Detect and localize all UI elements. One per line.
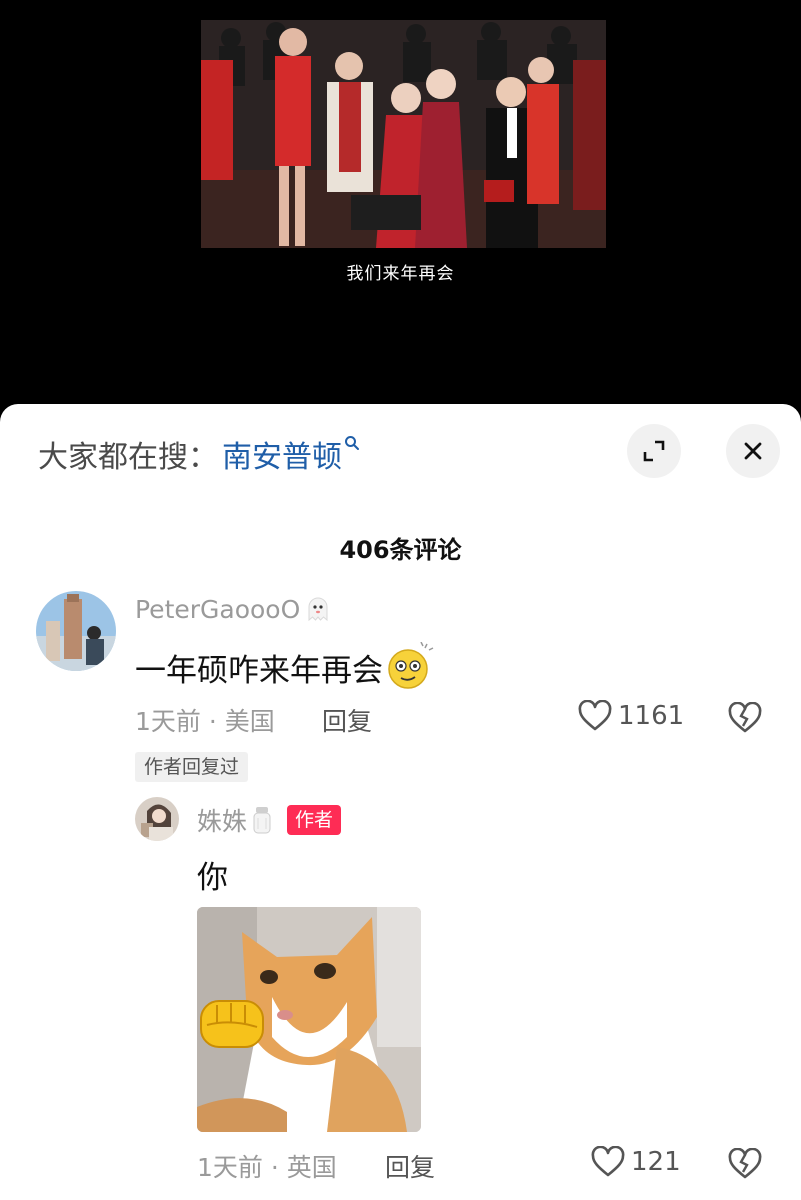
ghost-emoji-icon — [308, 597, 328, 622]
video-still-image — [201, 20, 606, 248]
comment-text: 一年硕咋来年再会 — [135, 652, 383, 689]
comment-dislike-button[interactable] — [727, 701, 763, 738]
search-suggestion-prefix: 大家都在搜： — [38, 440, 218, 475]
reply-like-button[interactable]: 121 — [591, 1146, 681, 1178]
salt-shaker-emoji-icon — [253, 807, 271, 834]
cat-fist-sticker-image[interactable] — [197, 907, 421, 1132]
author-badge: 作者 — [287, 805, 342, 835]
comment-sheet: 大家都在搜： 南安普顿 406条评论 PeterGaoooO 一年硕咋来年再会 … — [0, 404, 801, 1200]
search-icon[interactable] — [344, 432, 360, 456]
broken-heart-icon — [728, 701, 762, 733]
comment-like-button[interactable]: 1161 — [578, 700, 684, 732]
reply-reply-button[interactable]: 回复 — [385, 1148, 435, 1184]
video-player[interactable]: 我们来年再会 — [0, 0, 801, 420]
search-suggestion[interactable]: 大家都在搜： 南安普顿 — [38, 432, 360, 476]
reply-dislike-button[interactable] — [727, 1147, 763, 1184]
reply-username[interactable]: 姝姝 作者 — [197, 802, 342, 838]
close-icon — [744, 442, 762, 460]
reply-time-location: 1天前 · 英国 — [197, 1153, 337, 1182]
expand-icon — [643, 440, 665, 462]
reply-avatar[interactable] — [135, 797, 179, 841]
expand-button[interactable] — [627, 424, 681, 478]
reply-text: 你 — [197, 860, 228, 896]
search-suggestion-term[interactable]: 南安普顿 — [222, 432, 342, 476]
comment-username[interactable]: PeterGaoooO — [135, 594, 333, 624]
heart-icon — [591, 1146, 625, 1177]
reply-like-count: 121 — [631, 1147, 681, 1177]
reply-username-text[interactable]: 姝姝 — [197, 802, 247, 838]
comment-body: 一年硕咋来年再会 — [135, 642, 435, 692]
close-button[interactable] — [726, 424, 780, 478]
video-subtitle: 我们来年再会 — [346, 264, 455, 284]
dizzy-face-emoji-icon — [388, 642, 434, 689]
avatar[interactable] — [36, 591, 116, 671]
comment-like-count: 1161 — [618, 701, 685, 731]
comment-reply-button[interactable]: 回复 — [322, 702, 372, 738]
video-frame[interactable] — [201, 20, 606, 248]
author-replied-tag: 作者回复过 — [135, 752, 249, 782]
comment-username-text[interactable]: PeterGaoooO — [135, 595, 300, 624]
comment-time-location: 1天前 · 美国 — [135, 707, 275, 736]
heart-icon — [578, 700, 612, 731]
comments-count: 406条评论 — [339, 536, 462, 564]
broken-heart-icon — [728, 1147, 762, 1179]
